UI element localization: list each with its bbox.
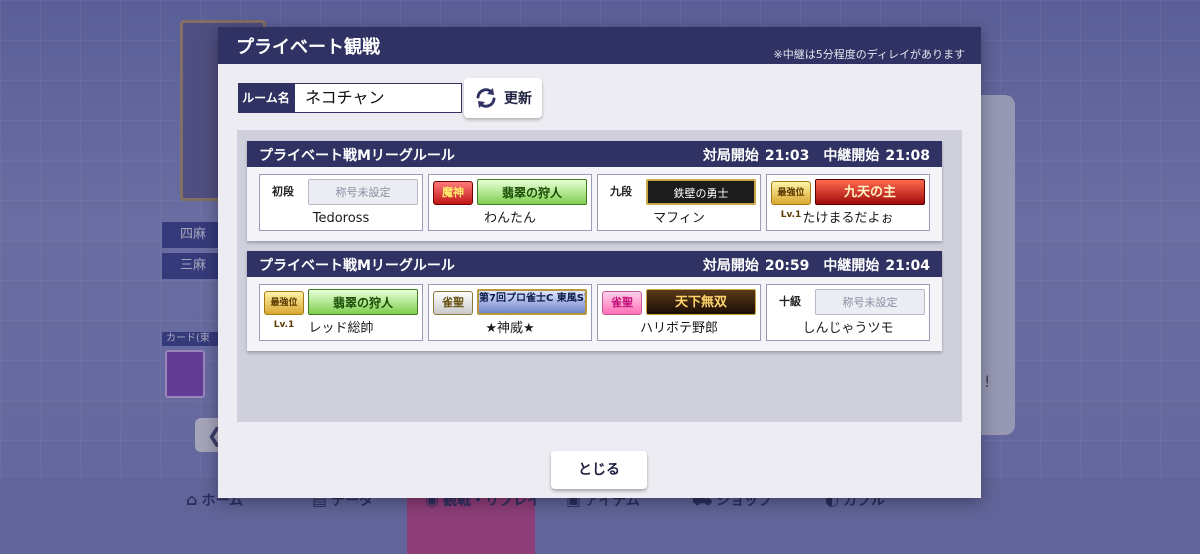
- close-button[interactable]: とじる: [551, 451, 647, 489]
- title-plate: 翡翠の狩人: [308, 289, 418, 315]
- room-card[interactable]: プライベート戦Mリーグルール 対局開始 20:59 中継開始 21:04 最強位Lv.…: [247, 251, 942, 351]
- player-slot: 魔神 翡翠の狩人 わんたん: [428, 174, 592, 231]
- title-plate: 翡翠の狩人: [477, 179, 587, 205]
- rule-name: プライベート戦Mリーグルール: [259, 258, 455, 274]
- refresh-icon: [476, 88, 496, 108]
- player-name: Tedoross: [312, 211, 370, 226]
- player-name: レッド総帥: [308, 321, 374, 336]
- rule-name: プライベート戦Mリーグルール: [259, 148, 455, 164]
- room-card-header: プライベート戦Mリーグルール 対局開始 21:03 中継開始 21:08: [247, 141, 942, 167]
- time-info: 対局開始 21:03 中継開始 21:08: [702, 148, 930, 164]
- refresh-label: 更新: [504, 91, 532, 107]
- dialog-title: プライベート観戦: [236, 37, 380, 58]
- title-plate: 天下無双: [646, 289, 756, 315]
- player-name: ★神威★: [485, 321, 535, 336]
- delay-note: ※中継は5分程度のディレイがあります: [773, 48, 965, 61]
- dialog-header: プライベート観戦 ※中継は5分程度のディレイがあります: [218, 27, 981, 64]
- player-name: マフィン: [653, 211, 705, 226]
- rank-badge: 魔神: [433, 181, 473, 205]
- title-plate: 称号未設定: [815, 289, 925, 315]
- player-slot: 九段 鉄壁の勇士 マフィン: [597, 174, 761, 231]
- player-name: わんたん: [483, 211, 536, 226]
- refresh-button[interactable]: 更新: [464, 78, 542, 118]
- room-list: プライベート戦Mリーグルール 対局開始 21:03 中継開始 21:08 初段 称号未…: [237, 130, 962, 422]
- rank-badge: 九段: [610, 185, 632, 198]
- rank-badge: 十級: [779, 295, 801, 308]
- rank-badge: 雀聖: [602, 291, 642, 315]
- player-slot: 雀聖 天下無双 ハリボテ野郎: [597, 284, 761, 341]
- player-slot: 最強位Lv.1 九天の主 たけまるだよぉ: [766, 174, 930, 231]
- title-plate: 鉄壁の勇士: [646, 179, 756, 205]
- title-plate: 第7回プロ雀士C 東風S賞: [477, 289, 587, 315]
- player-name: たけまるだよぉ: [802, 211, 894, 226]
- time-info: 対局開始 20:59 中継開始 21:04: [702, 258, 930, 274]
- player-name: しんじゃうツモ: [802, 321, 894, 336]
- room-card-header: プライベート戦Mリーグルール 対局開始 20:59 中継開始 21:04: [247, 251, 942, 277]
- player-slot: 雀聖 第7回プロ雀士C 東風S賞 ★神威★: [428, 284, 592, 341]
- rank-badge: 最強位Lv.1: [264, 291, 304, 330]
- rank-badge: 雀聖: [433, 291, 473, 315]
- rank-badge: 初段: [272, 185, 294, 198]
- room-name-label: ルーム名: [238, 83, 294, 113]
- room-card[interactable]: プライベート戦Mリーグルール 対局開始 21:03 中継開始 21:08 初段 称号未…: [247, 141, 942, 241]
- title-plate: 九天の主: [815, 179, 925, 205]
- rank-badge: 最強位Lv.1: [771, 181, 811, 220]
- title-plate: 称号未設定: [308, 179, 418, 205]
- room-name-input[interactable]: ネコチャン: [294, 83, 462, 113]
- player-slot: 最強位Lv.1 翡翠の狩人 レッド総帥: [259, 284, 423, 341]
- player-slot: 十級 称号未設定 しんじゃうツモ: [766, 284, 930, 341]
- private-watch-dialog: プライベート観戦 ※中継は5分程度のディレイがあります ルーム名 ネコチャン 更…: [218, 27, 981, 498]
- player-name: ハリボテ野郎: [639, 321, 718, 336]
- player-slot: 初段 称号未設定 Tedoross: [259, 174, 423, 231]
